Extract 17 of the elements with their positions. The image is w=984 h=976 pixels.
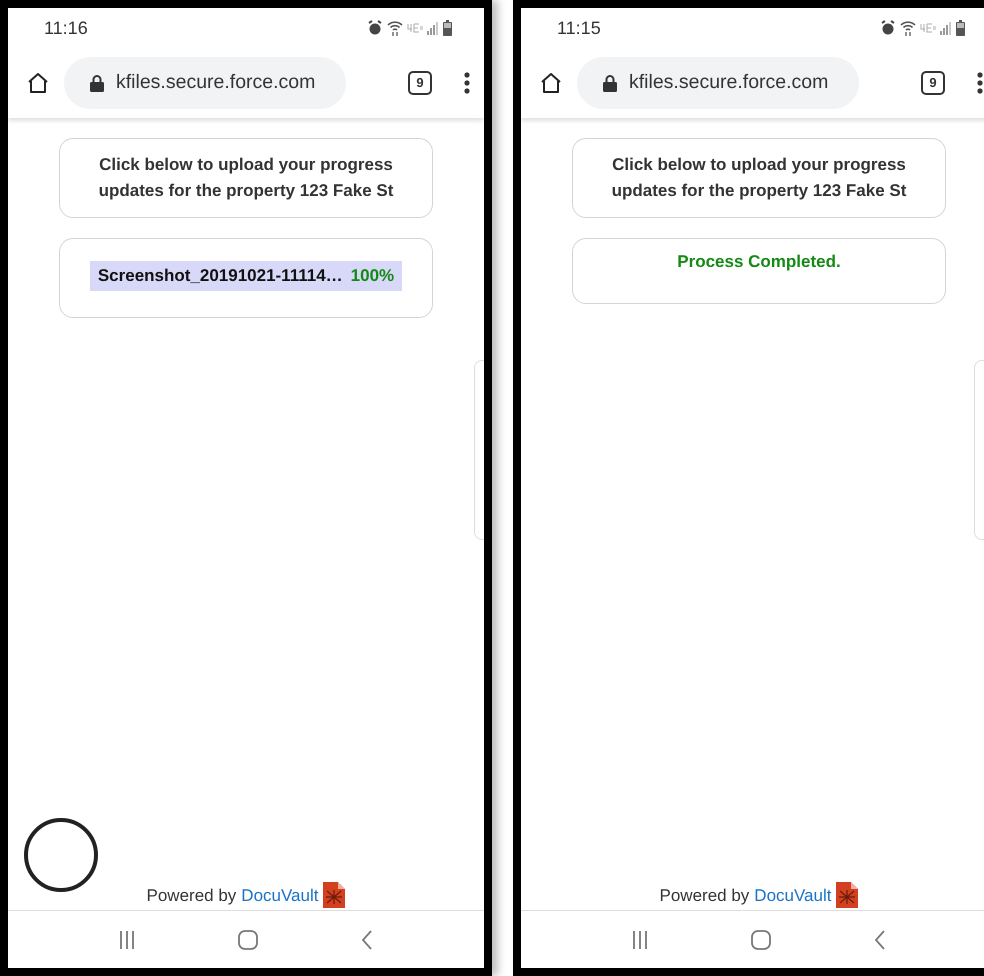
file-name: Screenshot_20191021-11114… [98, 265, 343, 287]
docuvault-link[interactable]: DocuVault [754, 882, 832, 908]
url-text: kfiles.secure.force.com [629, 70, 828, 96]
powered-by-text: Powered by [660, 884, 750, 906]
upload-percent: 100% [350, 265, 394, 287]
tab-count-button[interactable]: 9 [408, 71, 432, 95]
powered-by-text: Powered by [146, 884, 236, 906]
clock-time: 11:15 [557, 16, 601, 40]
address-bar[interactable]: kfiles.secure.force.com [64, 57, 346, 109]
address-bar[interactable]: kfiles.secure.force.com [577, 57, 859, 109]
instruction-card: Click below to upload your progress updates for the property 123 Fake St [59, 138, 433, 218]
tab-count-button[interactable]: 9 [921, 71, 945, 95]
url-text: kfiles.secure.force.com [116, 70, 316, 96]
instruction-card: Click below to upload your progress updates for the property 123 Fake St [572, 138, 946, 218]
clock-time: 11:16 [44, 16, 88, 40]
status-card: Process Completed. [572, 238, 946, 304]
docuvault-link[interactable]: DocuVault [241, 882, 318, 908]
